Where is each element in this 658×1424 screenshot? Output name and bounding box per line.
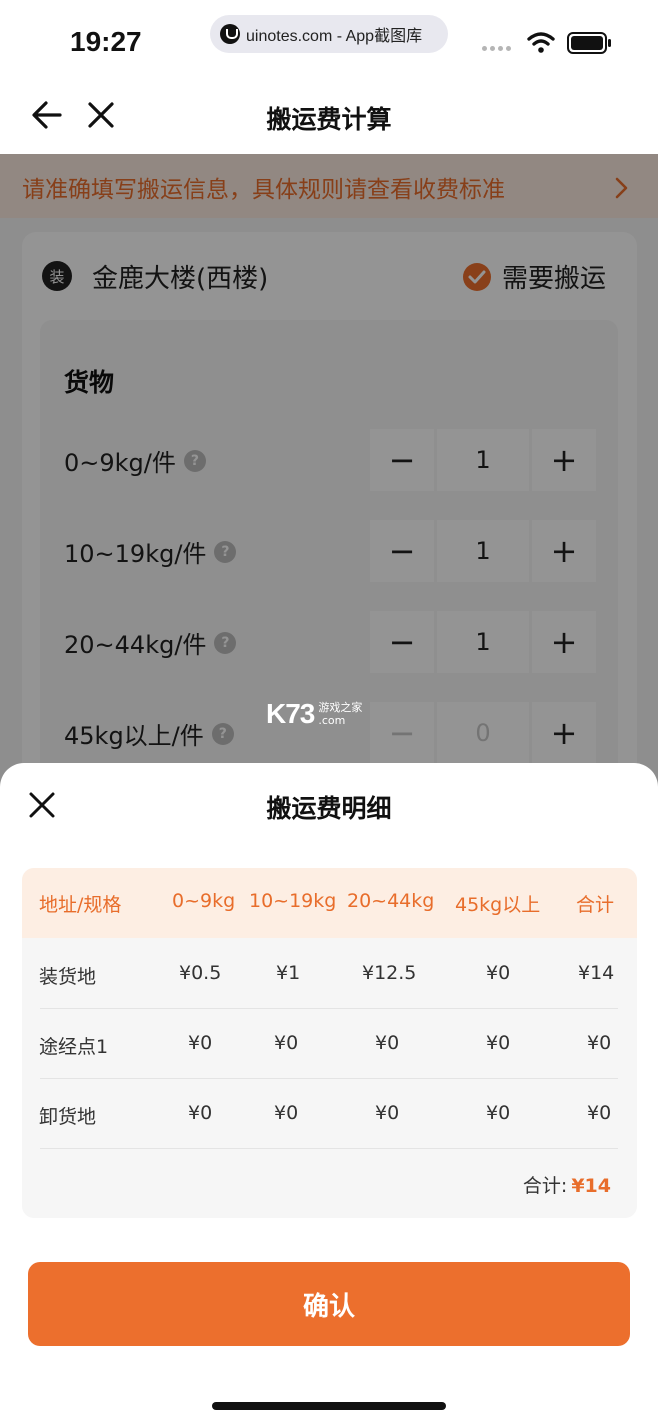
- table-cell: ¥0: [587, 1032, 612, 1054]
- table-cell: ¥0: [274, 1102, 299, 1124]
- table-cell: ¥0: [188, 1032, 213, 1054]
- column-header: 45kg以上: [455, 894, 541, 916]
- fee-table: 地址/规格 0~9kg 10~19kg 20~44kg 45kg以上 合计 装货…: [22, 868, 637, 1218]
- total-summary: 合计: ¥14: [523, 1171, 611, 1198]
- signal-icon: [482, 46, 511, 51]
- table-cell: ¥0.5: [179, 962, 222, 984]
- battery-icon: [567, 32, 611, 54]
- column-header: 0~9kg: [172, 890, 236, 912]
- total-label: 合计:: [522, 1175, 568, 1197]
- nav-bar: 搬运费计算: [0, 84, 658, 154]
- table-cell: ¥0: [486, 962, 511, 984]
- table-cell: ¥0: [274, 1032, 299, 1054]
- status-bar: 19:27 uinotes.com - App截图库: [0, 0, 658, 84]
- watermark-line: .com: [318, 714, 346, 727]
- row-divider: [40, 1148, 618, 1149]
- column-header: 20~44kg: [347, 890, 435, 912]
- table-cell: 卸货地: [39, 1106, 97, 1128]
- table-cell: 途经点1: [39, 1036, 109, 1058]
- table-cell: ¥0: [188, 1102, 213, 1124]
- table-cell: ¥0: [486, 1032, 511, 1054]
- table-header: 地址/规格 0~9kg 10~19kg 20~44kg 45kg以上 合计: [22, 868, 637, 938]
- url-text: uinotes.com - App截图库: [246, 28, 423, 45]
- column-header: 合计: [576, 894, 615, 916]
- column-header: 地址/规格: [39, 894, 122, 916]
- total-value: ¥14: [571, 1175, 611, 1197]
- site-logo-icon: [220, 24, 240, 44]
- status-time: 19:27: [70, 26, 142, 57]
- table-cell: ¥1: [276, 962, 301, 984]
- wifi-icon: [527, 32, 555, 53]
- table-cell: ¥0: [486, 1102, 511, 1124]
- table-cell: ¥12.5: [362, 962, 417, 984]
- table-cell: 装货地: [39, 966, 97, 988]
- watermark: K73 游戏之家 .com: [266, 698, 362, 730]
- column-header: 10~19kg: [249, 890, 337, 912]
- watermark-logo: K73: [266, 698, 315, 729]
- table-cell: ¥0: [375, 1032, 400, 1054]
- table-cell: ¥0: [587, 1102, 612, 1124]
- watermark-line: 游戏之家: [318, 701, 363, 714]
- table-row: 途经点1 ¥0 ¥0 ¥0 ¥0 ¥0: [22, 1008, 637, 1078]
- confirm-button[interactable]: 确认: [28, 1262, 630, 1346]
- page-title: 搬运费计算: [266, 105, 392, 134]
- table-row: 装货地 ¥0.5 ¥1 ¥12.5 ¥0 ¥14: [22, 938, 637, 1008]
- table-cell: ¥0: [375, 1102, 400, 1124]
- table-cell: ¥14: [578, 962, 615, 984]
- sheet-title: 搬运费明细: [266, 794, 392, 823]
- home-indicator: [212, 1402, 446, 1410]
- url-pill[interactable]: uinotes.com - App截图库: [210, 15, 448, 53]
- table-row: 卸货地 ¥0 ¥0 ¥0 ¥0 ¥0: [22, 1078, 637, 1148]
